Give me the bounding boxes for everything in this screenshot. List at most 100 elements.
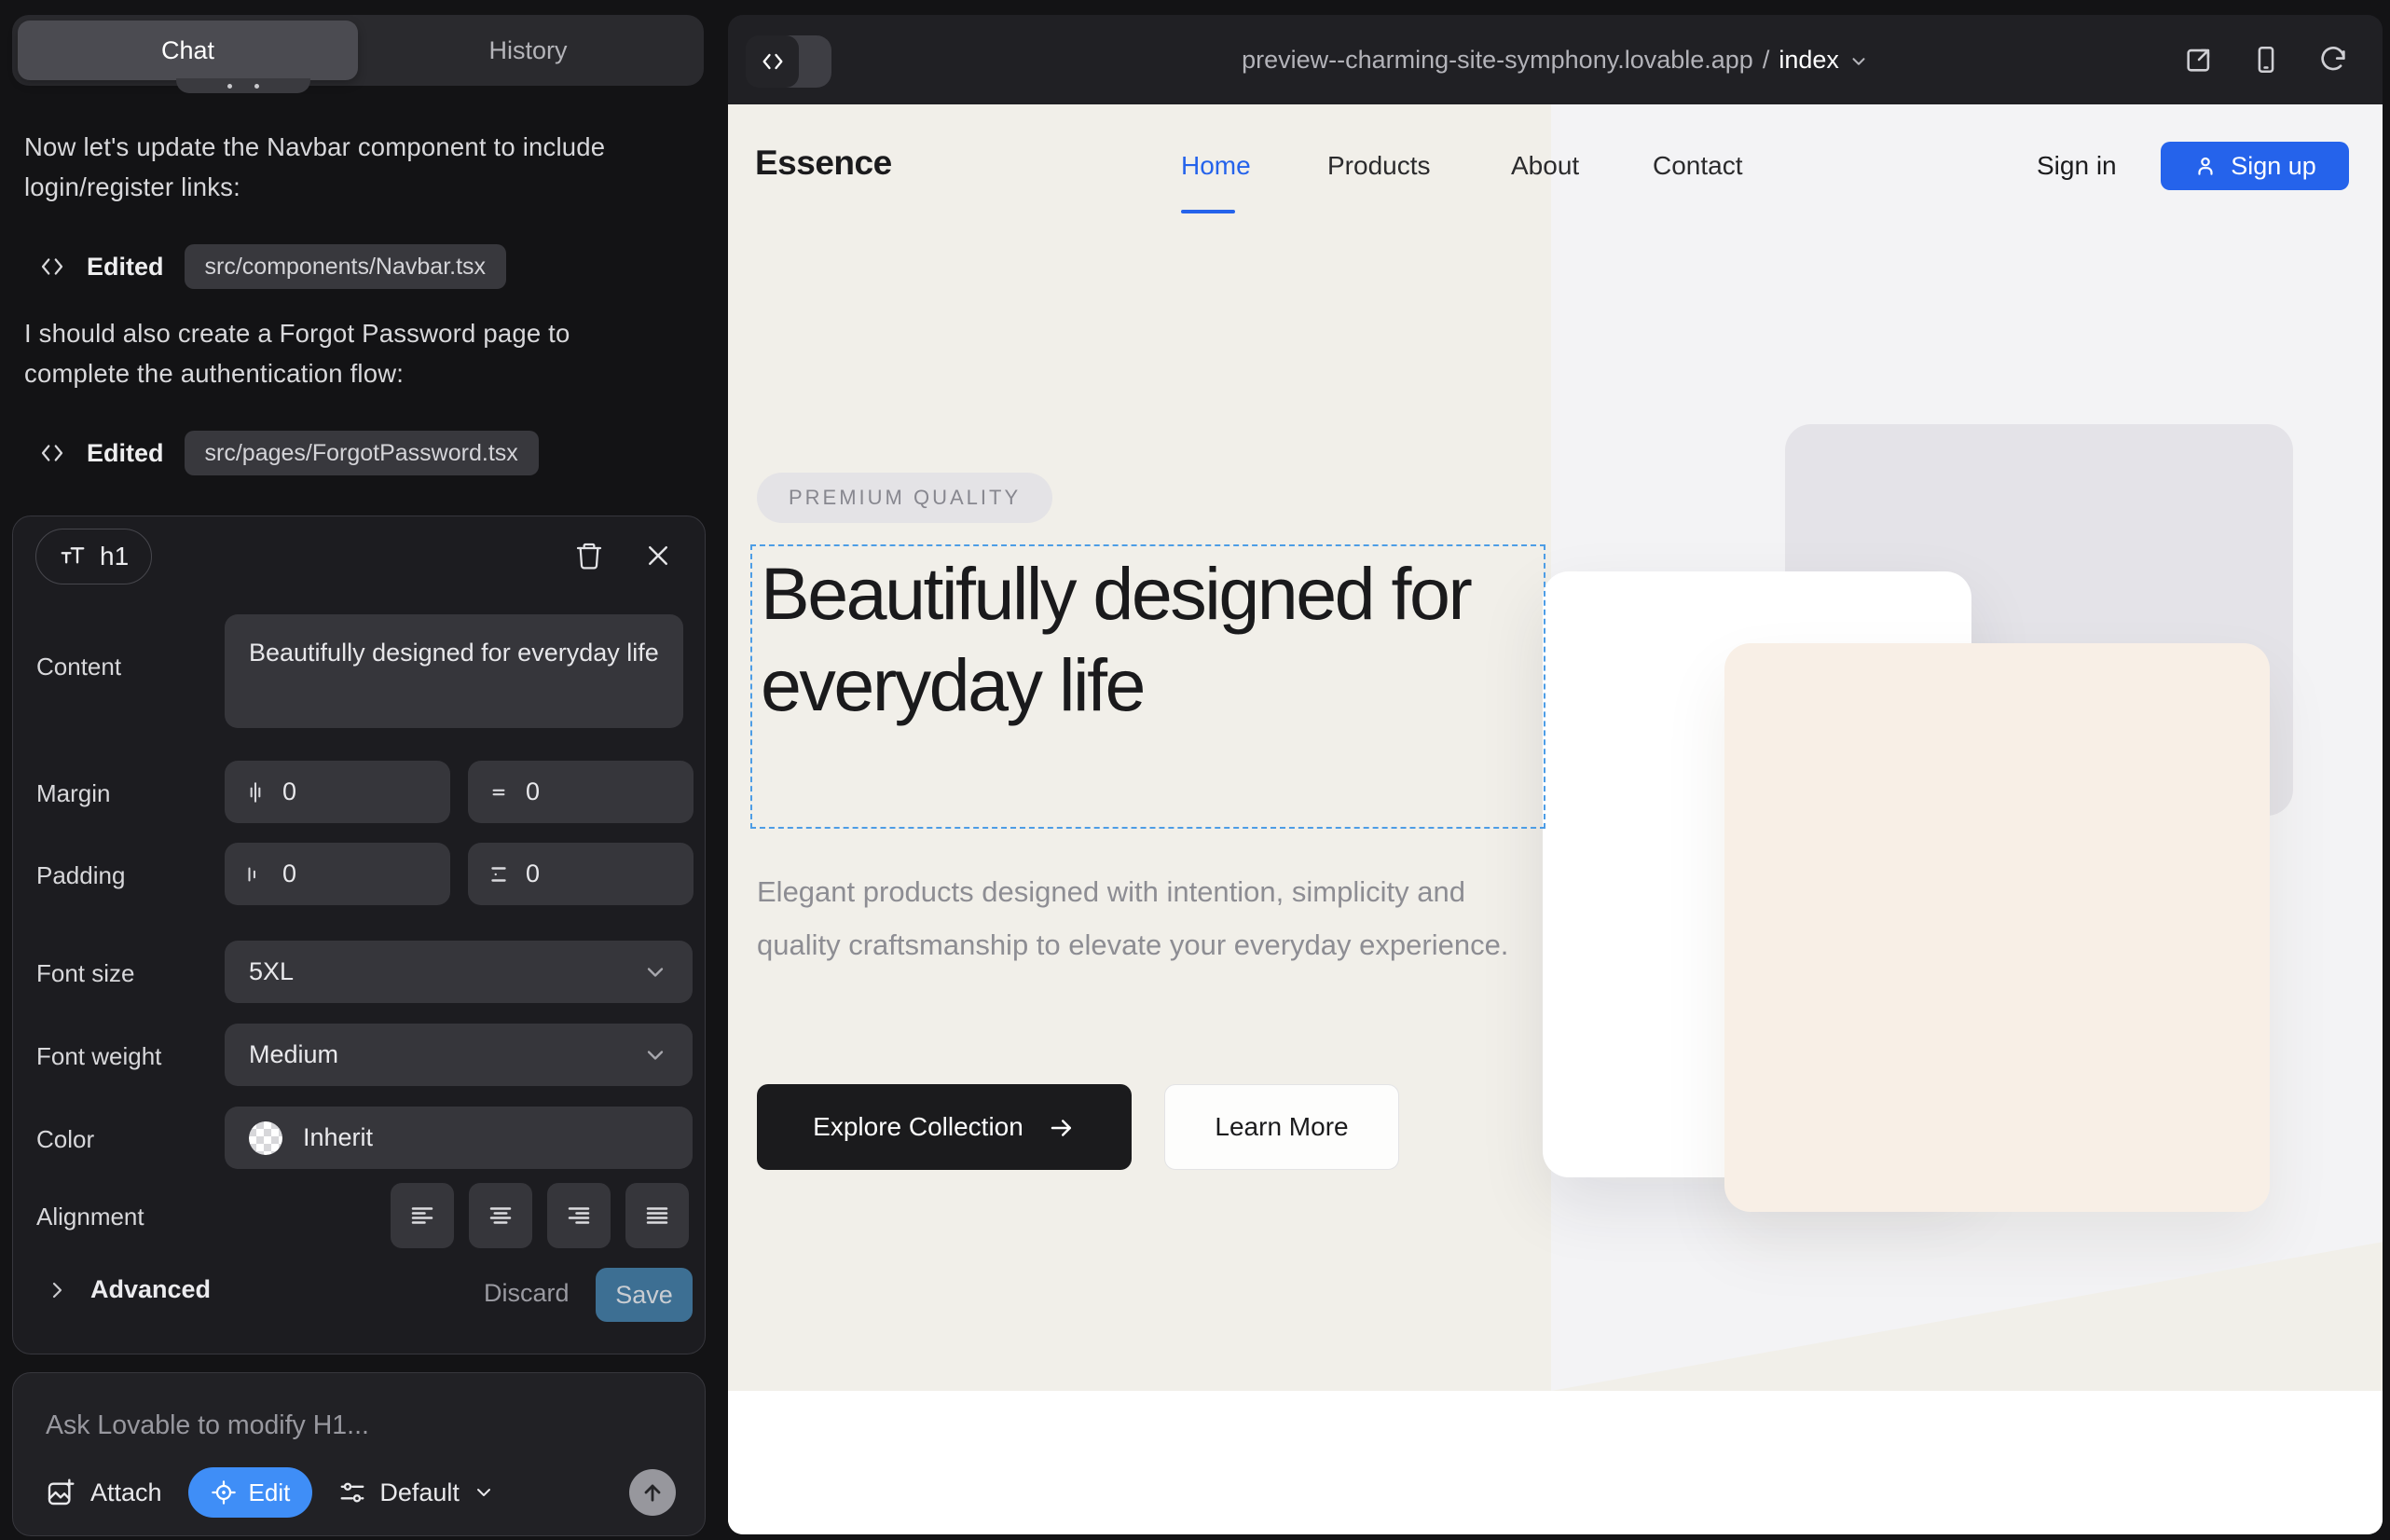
chat-message: Now let's update the Navbar component to…	[24, 127, 682, 207]
chevron-right-icon	[46, 1279, 68, 1301]
margin-vertical-icon	[487, 780, 511, 804]
padding-label: Padding	[36, 861, 125, 890]
align-justify-button[interactable]	[625, 1183, 689, 1248]
content-label: Content	[36, 653, 121, 681]
padding-x-input[interactable]	[282, 859, 394, 888]
edited-label: Edited	[87, 253, 164, 282]
site-logo[interactable]: Essence	[755, 144, 892, 183]
chevron-down-icon	[1848, 51, 1869, 72]
delete-element-button[interactable]	[570, 537, 608, 574]
margin-x-field[interactable]	[225, 761, 450, 823]
margin-y-field[interactable]	[468, 761, 694, 823]
prompt-toolbar: Attach Edit Default	[46, 1466, 676, 1519]
attach-button[interactable]: Attach	[46, 1478, 162, 1507]
nav-link-home[interactable]: Home	[1181, 151, 1251, 181]
hero-description: Elegant products designed with intention…	[757, 865, 1512, 971]
code-icon	[38, 439, 66, 467]
target-icon	[211, 1479, 237, 1506]
site-next-section	[728, 1391, 2383, 1534]
prompt-box: Attach Edit Default	[12, 1372, 706, 1536]
clipped-chat-pill	[176, 78, 310, 93]
tag-label: h1	[100, 542, 129, 571]
edited-label: Edited	[87, 439, 164, 468]
margin-horizontal-icon	[243, 780, 268, 804]
margin-label: Margin	[36, 779, 110, 808]
preview-pane: preview--charming-site-symphony.lovable.…	[728, 15, 2383, 1534]
site-navbar: Essence Home Products About Contact Sign…	[728, 104, 2383, 244]
alignment-label: Alignment	[36, 1203, 144, 1231]
discard-button[interactable]: Discard	[484, 1279, 570, 1308]
advanced-toggle[interactable]: Advanced	[46, 1275, 211, 1304]
align-left-button[interactable]	[391, 1183, 454, 1248]
mobile-view-icon[interactable]	[2250, 44, 2282, 76]
url-separator: /	[1763, 46, 1770, 75]
font-weight-value: Medium	[249, 1040, 338, 1069]
padding-x-field[interactable]	[225, 843, 450, 905]
mode-label: Default	[379, 1478, 460, 1507]
model-selector[interactable]: Default	[338, 1478, 495, 1507]
color-swatch-icon	[249, 1121, 282, 1155]
sign-up-button[interactable]: Sign up	[2161, 142, 2349, 190]
padding-horizontal-icon	[243, 862, 268, 887]
selected-element-tag[interactable]: h1	[35, 529, 152, 584]
edited-file-row[interactable]: Edited src/pages/ForgotPassword.tsx	[38, 430, 539, 476]
font-size-select[interactable]: 5XL	[225, 941, 693, 1003]
advanced-label: Advanced	[90, 1275, 211, 1304]
file-path-badge[interactable]: src/components/Navbar.tsx	[185, 244, 507, 289]
open-external-icon[interactable]	[2183, 44, 2215, 76]
font-weight-label: Font weight	[36, 1042, 161, 1071]
sign-in-link[interactable]: Sign in	[2037, 151, 2117, 181]
preview-header-actions	[2183, 15, 2349, 104]
padding-y-input[interactable]	[526, 859, 638, 888]
chevron-down-icon	[642, 1042, 668, 1068]
code-icon	[38, 253, 66, 281]
explore-collection-button[interactable]: Explore Collection	[757, 1084, 1132, 1170]
edit-mode-button[interactable]: Edit	[188, 1467, 313, 1518]
nav-link-contact[interactable]: Contact	[1653, 151, 1743, 181]
arrow-right-icon	[1048, 1114, 1076, 1142]
save-button[interactable]: Save	[596, 1268, 693, 1322]
decorative-card-cream	[1724, 643, 2270, 1212]
content-input[interactable]: Beautifully designed for everyday life	[225, 614, 683, 728]
chat-history-tabs: Chat History	[12, 15, 704, 86]
learn-more-button[interactable]: Learn More	[1164, 1084, 1399, 1170]
chevron-down-icon	[473, 1481, 495, 1504]
hero-heading[interactable]: Beautifully designed for everyday life	[761, 548, 1525, 731]
send-button[interactable]	[629, 1469, 676, 1516]
edited-file-row[interactable]: Edited src/components/Navbar.tsx	[38, 243, 506, 290]
margin-y-input[interactable]	[526, 777, 638, 806]
chevron-down-icon	[642, 959, 668, 985]
margin-x-input[interactable]	[282, 777, 394, 806]
builder-sidebar: Chat History Now let's update the Navbar…	[0, 0, 727, 1540]
preview-url-page[interactable]: index	[1779, 46, 1839, 75]
close-panel-button[interactable]	[639, 537, 677, 574]
refresh-icon[interactable]	[2317, 44, 2349, 76]
preview-url-bar[interactable]: preview--charming-site-symphony.lovable.…	[728, 15, 2383, 104]
premium-quality-badge: PREMIUM QUALITY	[757, 473, 1052, 523]
hero-cta-group: Explore Collection Learn More	[757, 1084, 1399, 1170]
chat-message: I should also create a Forgot Password p…	[24, 313, 682, 393]
sliders-icon	[338, 1478, 366, 1506]
color-value: Inherit	[303, 1123, 373, 1152]
user-icon	[2193, 154, 2218, 178]
font-size-label: Font size	[36, 959, 135, 988]
nav-link-about[interactable]: About	[1511, 151, 1579, 181]
align-right-button[interactable]	[547, 1183, 611, 1248]
align-center-button[interactable]	[469, 1183, 532, 1248]
padding-y-field[interactable]	[468, 843, 694, 905]
tab-chat[interactable]: Chat	[18, 21, 358, 80]
editor-footer: Advanced Discard Save	[13, 1262, 705, 1327]
attach-label: Attach	[90, 1478, 162, 1507]
nav-link-products[interactable]: Products	[1327, 151, 1431, 181]
file-path-badge[interactable]: src/pages/ForgotPassword.tsx	[185, 431, 539, 475]
alignment-button-group	[391, 1183, 689, 1248]
font-weight-select[interactable]: Medium	[225, 1024, 693, 1086]
edit-label: Edit	[249, 1478, 291, 1507]
padding-vertical-icon	[487, 862, 511, 887]
attach-image-icon	[46, 1478, 76, 1507]
color-select[interactable]: Inherit	[225, 1107, 693, 1169]
tab-history[interactable]: History	[358, 21, 698, 80]
element-editor-panel: h1 Content Beautifully designed for ever…	[12, 516, 706, 1354]
prompt-input[interactable]	[46, 1401, 661, 1450]
h1-selection-outline[interactable]: Beautifully designed for everyday life	[750, 544, 1545, 829]
